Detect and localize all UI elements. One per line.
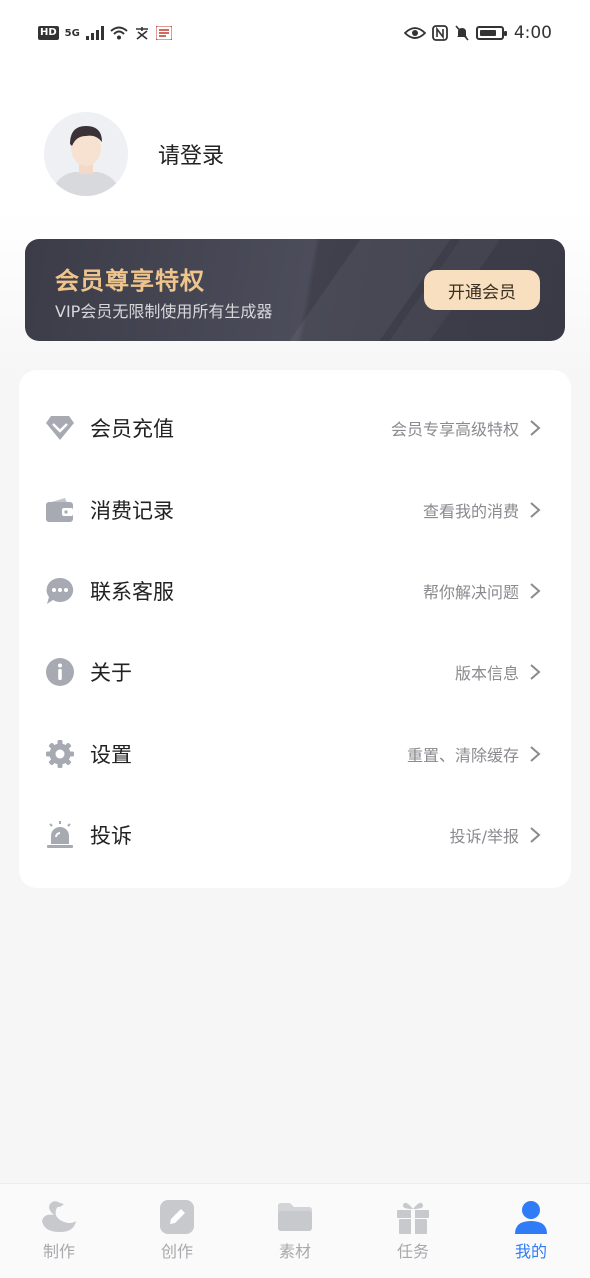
status-time: 4:00 [513, 23, 552, 43]
nav-label: 素材 [278, 1242, 311, 1261]
nav-label: 任务 [396, 1242, 429, 1261]
vip-title: 会员尊享特权 [55, 267, 205, 295]
menu-item-consumption[interactable]: 消费记录 查看我的消费 [19, 480, 571, 540]
network-type: 5G [64, 27, 80, 39]
alarm-icon [45, 820, 75, 850]
login-prompt[interactable]: 请登录 [158, 138, 224, 170]
tab-make[interactable]: 制作 [0, 1184, 118, 1278]
vip-banner[interactable]: 会员尊享特权 VIP会员无限制使用所有生成器 开通会员 [25, 239, 565, 341]
battery-icon [475, 26, 507, 40]
chevron-right-icon [530, 827, 541, 843]
menu-label: 联系客服 [90, 580, 174, 604]
tab-mine[interactable]: 我的 [472, 1184, 590, 1278]
nfc-icon [431, 25, 448, 41]
avatar[interactable] [44, 112, 128, 196]
hd-indicator: HD [38, 26, 59, 40]
menu-hint: 重置、清除缓存 [406, 746, 519, 765]
nav-label: 我的 [514, 1242, 547, 1261]
menu-item-settings[interactable]: 设置 重置、清除缓存 [19, 724, 571, 784]
nav-label: 创作 [160, 1242, 193, 1261]
gift-icon [393, 1198, 433, 1236]
tab-material[interactable]: 素材 [236, 1184, 354, 1278]
gear-icon [45, 739, 75, 769]
chevron-right-icon [530, 664, 541, 680]
app-notification-icon [135, 27, 148, 40]
chevron-right-icon [530, 746, 541, 762]
tab-tasks[interactable]: 任务 [354, 1184, 472, 1278]
menu-hint: 帮你解决问题 [422, 583, 519, 602]
status-left: HD 5G [38, 26, 172, 40]
status-bar: HD 5G 4:00 [0, 0, 590, 66]
signal-icon [85, 26, 104, 40]
info-icon [45, 657, 75, 687]
menu-label: 关于 [90, 661, 132, 685]
status-right: 4:00 [403, 23, 552, 43]
swan-icon [39, 1198, 79, 1236]
chat-icon [45, 576, 75, 606]
tab-create[interactable]: 创作 [118, 1184, 236, 1278]
mute-icon [455, 25, 469, 41]
menu-hint: 会员专享高级特权 [390, 420, 519, 439]
menu-label: 会员充值 [90, 417, 174, 441]
menu-card: 会员充值 会员专享高级特权 消费记录 查看我的消费 联系客服 帮你解决问题 关于… [19, 370, 571, 888]
menu-item-complaint[interactable]: 投诉 投诉/举报 [19, 805, 571, 865]
menu-hint: 版本信息 [454, 664, 519, 683]
chevron-right-icon [530, 583, 541, 599]
menu-item-about[interactable]: 关于 版本信息 [19, 642, 571, 702]
menu-label: 投诉 [90, 824, 132, 848]
menu-label: 设置 [90, 743, 132, 767]
open-membership-button[interactable]: 开通会员 [424, 270, 540, 310]
profile-header[interactable]: 请登录 [44, 112, 224, 196]
bottom-nav: 制作 创作 素材 任务 我的 [0, 1183, 590, 1278]
wallet-icon [45, 495, 75, 525]
menu-label: 消费记录 [90, 499, 174, 523]
menu-hint: 投诉/举报 [449, 827, 519, 846]
folder-icon [275, 1198, 315, 1236]
menu-item-recharge[interactable]: 会员充值 会员专享高级特权 [19, 398, 571, 458]
news-app-icon [155, 26, 172, 40]
menu-item-customer-service[interactable]: 联系客服 帮你解决问题 [19, 561, 571, 621]
chevron-right-icon [530, 420, 541, 436]
vip-subtitle: VIP会员无限制使用所有生成器 [55, 302, 273, 321]
edit-icon [157, 1198, 197, 1236]
diamond-icon [45, 413, 75, 443]
wifi-icon [110, 26, 128, 40]
nav-label: 制作 [42, 1242, 75, 1261]
user-icon [511, 1198, 551, 1236]
menu-hint: 查看我的消费 [422, 502, 519, 521]
default-avatar-icon [44, 112, 128, 196]
eye-icon [403, 27, 426, 39]
chevron-right-icon [530, 502, 541, 518]
